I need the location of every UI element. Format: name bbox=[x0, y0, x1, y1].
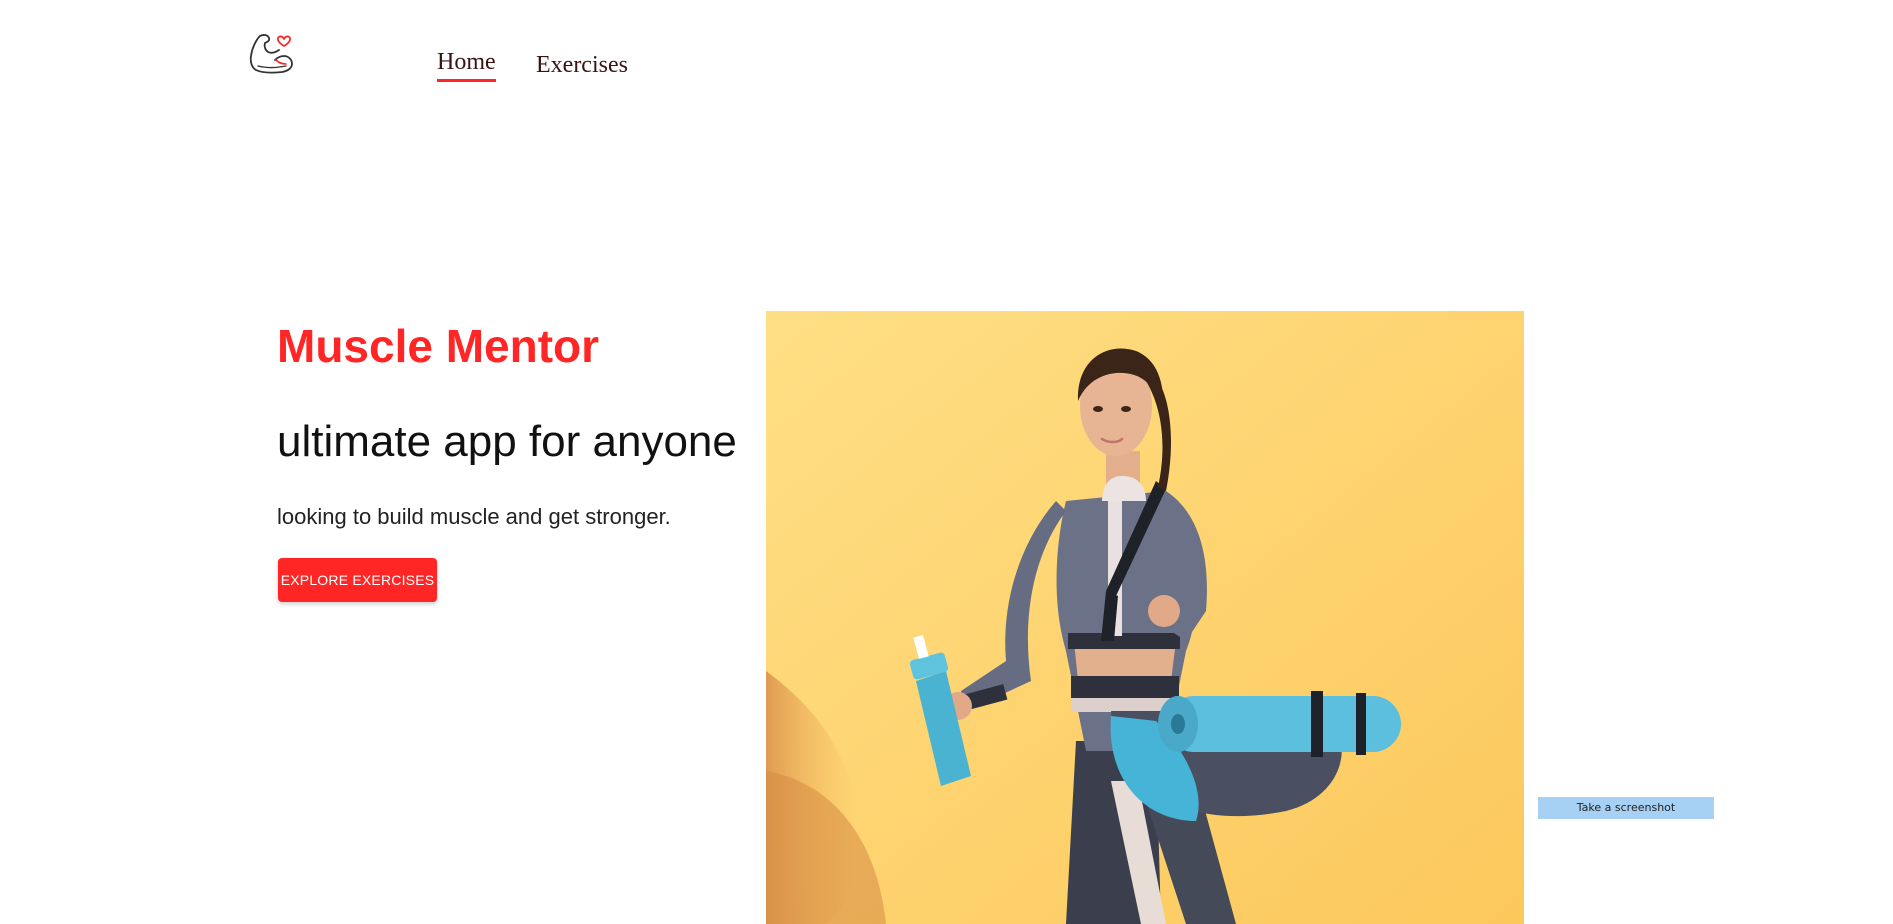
nav-exercises-link[interactable]: Exercises bbox=[536, 51, 628, 79]
hero-subtitle: ultimate app for anyone bbox=[277, 417, 737, 466]
explore-exercises-button[interactable]: EXPLORE EXERCISES bbox=[278, 558, 437, 602]
hero-title: Muscle Mentor bbox=[277, 320, 600, 372]
hero-banner-image bbox=[766, 311, 1524, 924]
take-screenshot-button[interactable]: Take a screenshot bbox=[1538, 797, 1714, 819]
flexed-arm-heart-icon bbox=[249, 34, 293, 74]
hero-description: looking to build muscle and get stronger… bbox=[277, 504, 671, 529]
page: Home Exercises Muscle Mentor ultimate ap… bbox=[0, 0, 1893, 924]
nav-home-link[interactable]: Home bbox=[437, 48, 496, 82]
logo-flexed-arm-heart-icon[interactable] bbox=[246, 26, 298, 80]
woman-with-gym-bag-image bbox=[766, 311, 1524, 924]
